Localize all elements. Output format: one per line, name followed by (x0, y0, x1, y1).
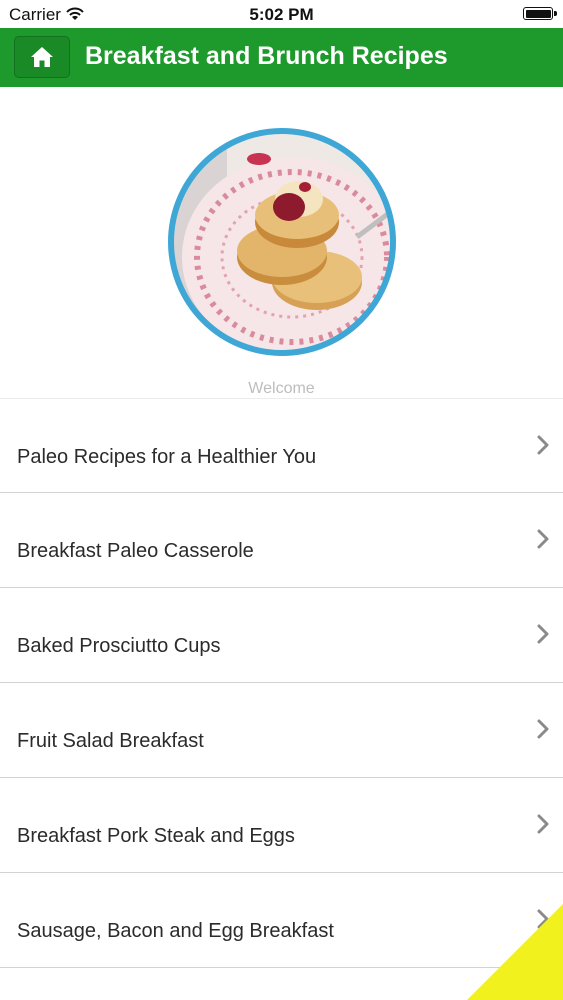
chevron-right-icon (537, 529, 549, 549)
battery-icon (523, 7, 557, 20)
page-title: Breakfast and Brunch Recipes (85, 42, 448, 70)
status-time: 5:02 PM (249, 5, 314, 24)
recipe-label: Breakfast Paleo Casserole (17, 540, 254, 562)
home-icon (31, 47, 53, 67)
chevron-right-icon (537, 719, 549, 739)
recipe-row-prosciutto-cups[interactable]: Baked Prosciutto Cups (0, 588, 563, 683)
recipe-label: Fruit Salad Breakfast (17, 730, 204, 752)
recipe-row-pork-steak[interactable]: Breakfast Pork Steak and Eggs (0, 778, 563, 873)
recipe-row-fruit-salad[interactable]: Fruit Salad Breakfast (0, 683, 563, 778)
recipe-label: Paleo Recipes for a Healthier You (17, 446, 317, 468)
chevron-right-icon (537, 624, 549, 644)
welcome-caption: Welcome (248, 380, 315, 397)
corner-accent (467, 904, 563, 1000)
navigation-bar: Breakfast and Brunch Recipes (0, 28, 563, 87)
recipe-label: Baked Prosciutto Cups (17, 635, 221, 657)
recipe-row-paleo-recipes[interactable]: Paleo Recipes for a Healthier You (0, 398, 563, 493)
recipe-list: Paleo Recipes for a Healthier You Breakf… (0, 398, 563, 968)
hero-image (167, 127, 397, 357)
chevron-right-icon (537, 814, 549, 834)
recipe-label: Breakfast Pork Steak and Eggs (17, 825, 295, 847)
status-bar: Carrier 5:02 PM (0, 0, 563, 28)
recipe-row-paleo-casserole[interactable]: Breakfast Paleo Casserole (0, 493, 563, 588)
home-button[interactable] (14, 36, 70, 78)
recipe-label: Sausage, Bacon and Egg Breakfast (17, 920, 334, 942)
chevron-right-icon (537, 435, 549, 455)
